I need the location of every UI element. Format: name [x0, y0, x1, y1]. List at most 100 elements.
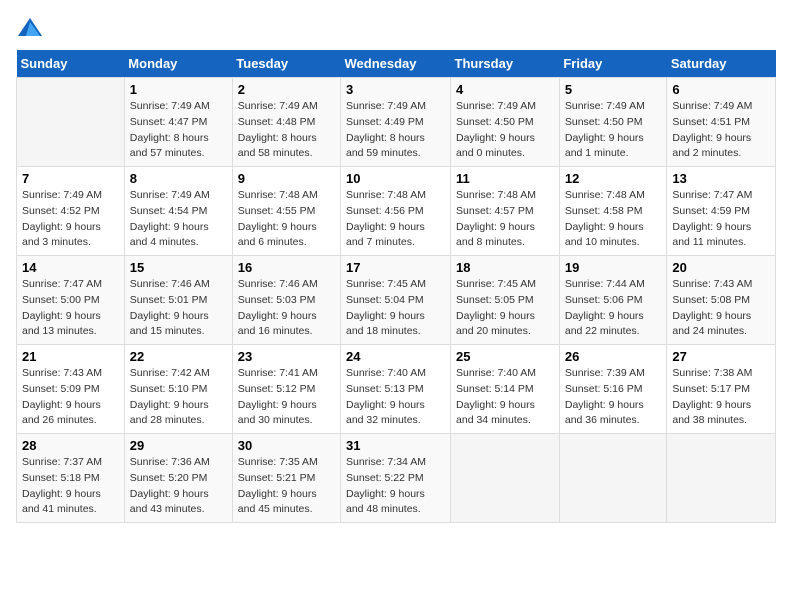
day-cell: 5 Sunrise: 7:49 AMSunset: 4:50 PMDaylight… — [559, 78, 667, 167]
day-number: 3 — [346, 82, 445, 97]
day-cell: 25 Sunrise: 7:40 AMSunset: 5:14 PMDayligh… — [451, 345, 560, 434]
col-header-tuesday: Tuesday — [232, 50, 340, 78]
day-number: 17 — [346, 260, 445, 275]
day-number: 31 — [346, 438, 445, 453]
day-number: 2 — [238, 82, 335, 97]
day-info: Sunrise: 7:49 AMSunset: 4:52 PMDaylight:… — [22, 188, 119, 251]
day-cell: 19 Sunrise: 7:44 AMSunset: 5:06 PMDayligh… — [559, 256, 667, 345]
day-cell: 10 Sunrise: 7:48 AMSunset: 4:56 PMDayligh… — [341, 167, 451, 256]
day-number: 10 — [346, 171, 445, 186]
day-number: 1 — [130, 82, 227, 97]
day-info: Sunrise: 7:44 AMSunset: 5:06 PMDaylight:… — [565, 277, 662, 340]
day-cell: 16 Sunrise: 7:46 AMSunset: 5:03 PMDayligh… — [232, 256, 340, 345]
day-info: Sunrise: 7:49 AMSunset: 4:50 PMDaylight:… — [565, 99, 662, 162]
day-number: 11 — [456, 171, 554, 186]
day-info: Sunrise: 7:47 AMSunset: 4:59 PMDaylight:… — [672, 188, 770, 251]
day-info: Sunrise: 7:34 AMSunset: 5:22 PMDaylight:… — [346, 455, 445, 518]
day-info: Sunrise: 7:35 AMSunset: 5:21 PMDaylight:… — [238, 455, 335, 518]
day-info: Sunrise: 7:45 AMSunset: 5:05 PMDaylight:… — [456, 277, 554, 340]
day-cell: 24 Sunrise: 7:40 AMSunset: 5:13 PMDayligh… — [341, 345, 451, 434]
day-cell: 21 Sunrise: 7:43 AMSunset: 5:09 PMDayligh… — [17, 345, 125, 434]
day-cell — [667, 434, 776, 523]
day-number: 25 — [456, 349, 554, 364]
day-cell: 6Sunrise: 7:49 AMSunset: 4:51 PMDaylight… — [667, 78, 776, 167]
day-info: Sunrise: 7:41 AMSunset: 5:12 PMDaylight:… — [238, 366, 335, 429]
day-cell — [559, 434, 667, 523]
day-number: 22 — [130, 349, 227, 364]
day-info: Sunrise: 7:48 AMSunset: 4:56 PMDaylight:… — [346, 188, 445, 251]
day-number: 8 — [130, 171, 227, 186]
day-info: Sunrise: 7:49 AMSunset: 4:49 PMDaylight:… — [346, 99, 445, 162]
col-header-saturday: Saturday — [667, 50, 776, 78]
day-cell: 15 Sunrise: 7:46 AMSunset: 5:01 PMDayligh… — [124, 256, 232, 345]
day-cell: 4 Sunrise: 7:49 AMSunset: 4:50 PMDaylight… — [451, 78, 560, 167]
week-row-3: 14Sunrise: 7:47 AMSunset: 5:00 PMDayligh… — [17, 256, 776, 345]
day-info: Sunrise: 7:43 AMSunset: 5:09 PMDaylight:… — [22, 366, 119, 429]
day-number: 15 — [130, 260, 227, 275]
day-number: 7 — [22, 171, 119, 186]
week-row-2: 7 Sunrise: 7:49 AMSunset: 4:52 PMDaylight… — [17, 167, 776, 256]
day-number: 16 — [238, 260, 335, 275]
day-cell: 1 Sunrise: 7:49 AMSunset: 4:47 PMDaylight… — [124, 78, 232, 167]
day-number: 28 — [22, 438, 119, 453]
day-cell: 8 Sunrise: 7:49 AMSunset: 4:54 PMDaylight… — [124, 167, 232, 256]
day-info: Sunrise: 7:49 AMSunset: 4:50 PMDaylight:… — [456, 99, 554, 162]
day-number: 24 — [346, 349, 445, 364]
day-cell: 22 Sunrise: 7:42 AMSunset: 5:10 PMDayligh… — [124, 345, 232, 434]
day-number: 21 — [22, 349, 119, 364]
day-info: Sunrise: 7:38 AMSunset: 5:17 PMDaylight:… — [672, 366, 770, 429]
day-info: Sunrise: 7:42 AMSunset: 5:10 PMDaylight:… — [130, 366, 227, 429]
day-cell: 23Sunrise: 7:41 AMSunset: 5:12 PMDayligh… — [232, 345, 340, 434]
day-cell: 3 Sunrise: 7:49 AMSunset: 4:49 PMDaylight… — [341, 78, 451, 167]
week-row-1: 1 Sunrise: 7:49 AMSunset: 4:47 PMDaylight… — [17, 78, 776, 167]
day-cell — [17, 78, 125, 167]
day-number: 12 — [565, 171, 662, 186]
calendar-table: SundayMondayTuesdayWednesdayThursdayFrid… — [16, 50, 776, 523]
day-info: Sunrise: 7:40 AMSunset: 5:14 PMDaylight:… — [456, 366, 554, 429]
day-info: Sunrise: 7:46 AMSunset: 5:01 PMDaylight:… — [130, 277, 227, 340]
header — [16, 16, 776, 40]
week-row-4: 21 Sunrise: 7:43 AMSunset: 5:09 PMDayligh… — [17, 345, 776, 434]
day-info: Sunrise: 7:39 AMSunset: 5:16 PMDaylight:… — [565, 366, 662, 429]
day-number: 27 — [672, 349, 770, 364]
col-header-sunday: Sunday — [17, 50, 125, 78]
week-row-5: 28 Sunrise: 7:37 AMSunset: 5:18 PMDayligh… — [17, 434, 776, 523]
col-header-thursday: Thursday — [451, 50, 560, 78]
day-cell: 28 Sunrise: 7:37 AMSunset: 5:18 PMDayligh… — [17, 434, 125, 523]
day-info: Sunrise: 7:49 AMSunset: 4:47 PMDaylight:… — [130, 99, 227, 162]
day-info: Sunrise: 7:48 AMSunset: 4:57 PMDaylight:… — [456, 188, 554, 251]
day-cell: 14Sunrise: 7:47 AMSunset: 5:00 PMDayligh… — [17, 256, 125, 345]
day-info: Sunrise: 7:48 AMSunset: 4:58 PMDaylight:… — [565, 188, 662, 251]
day-cell: 7 Sunrise: 7:49 AMSunset: 4:52 PMDaylight… — [17, 167, 125, 256]
day-cell: 27 Sunrise: 7:38 AMSunset: 5:17 PMDayligh… — [667, 345, 776, 434]
day-number: 30 — [238, 438, 335, 453]
day-cell: 13 Sunrise: 7:47 AMSunset: 4:59 PMDayligh… — [667, 167, 776, 256]
col-header-wednesday: Wednesday — [341, 50, 451, 78]
day-info: Sunrise: 7:46 AMSunset: 5:03 PMDaylight:… — [238, 277, 335, 340]
day-info: Sunrise: 7:40 AMSunset: 5:13 PMDaylight:… — [346, 366, 445, 429]
day-cell: 29Sunrise: 7:36 AMSunset: 5:20 PMDayligh… — [124, 434, 232, 523]
day-info: Sunrise: 7:43 AMSunset: 5:08 PMDaylight:… — [672, 277, 770, 340]
day-cell: 20 Sunrise: 7:43 AMSunset: 5:08 PMDayligh… — [667, 256, 776, 345]
day-cell: 18Sunrise: 7:45 AMSunset: 5:05 PMDayligh… — [451, 256, 560, 345]
day-info: Sunrise: 7:49 AMSunset: 4:48 PMDaylight:… — [238, 99, 335, 162]
col-header-friday: Friday — [559, 50, 667, 78]
day-cell: 9Sunrise: 7:48 AMSunset: 4:55 PMDaylight… — [232, 167, 340, 256]
day-number: 5 — [565, 82, 662, 97]
day-number: 4 — [456, 82, 554, 97]
day-cell: 30 Sunrise: 7:35 AMSunset: 5:21 PMDayligh… — [232, 434, 340, 523]
day-info: Sunrise: 7:49 AMSunset: 4:54 PMDaylight:… — [130, 188, 227, 251]
day-info: Sunrise: 7:37 AMSunset: 5:18 PMDaylight:… — [22, 455, 119, 518]
day-number: 20 — [672, 260, 770, 275]
day-info: Sunrise: 7:48 AMSunset: 4:55 PMDaylight:… — [238, 188, 335, 251]
day-number: 14 — [22, 260, 119, 275]
day-cell: 31 Sunrise: 7:34 AMSunset: 5:22 PMDayligh… — [341, 434, 451, 523]
day-number: 6 — [672, 82, 770, 97]
col-header-monday: Monday — [124, 50, 232, 78]
day-number: 13 — [672, 171, 770, 186]
day-number: 29 — [130, 438, 227, 453]
day-number: 19 — [565, 260, 662, 275]
day-cell: 26Sunrise: 7:39 AMSunset: 5:16 PMDayligh… — [559, 345, 667, 434]
day-cell: 12 Sunrise: 7:48 AMSunset: 4:58 PMDayligh… — [559, 167, 667, 256]
day-cell: 2 Sunrise: 7:49 AMSunset: 4:48 PMDaylight… — [232, 78, 340, 167]
